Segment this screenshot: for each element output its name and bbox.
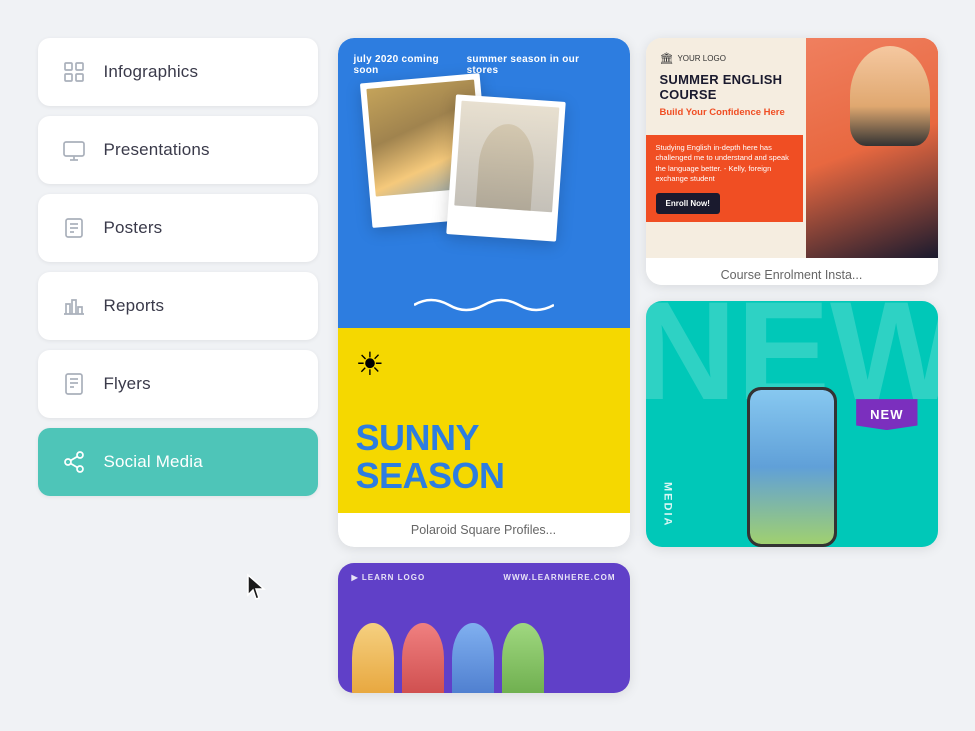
- learn-figures: [338, 623, 558, 693]
- sidebar: Infographics Presentations Posters Repor…: [38, 38, 318, 693]
- story-header: july 2020 coming soon summer season in o…: [354, 54, 614, 76]
- course-person-image: [792, 38, 938, 258]
- testimonial-text: Studying English in-depth here has chall…: [656, 143, 794, 185]
- sidebar-item-posters-label: Posters: [104, 218, 163, 238]
- polaroid-2: [446, 94, 565, 241]
- course-visual: 🏛 YOUR LOGO Summer ENGLISH COURSE Build …: [646, 38, 938, 258]
- person-face: [850, 46, 930, 146]
- learn-website-text: WWW.LEARNHERE.COM: [503, 573, 615, 582]
- course-title: Summer ENGLISH COURSE: [660, 73, 793, 103]
- content-grid: july 2020 coming soon summer season in o…: [338, 38, 938, 693]
- story-header-left: july 2020 coming soon: [354, 54, 467, 76]
- sidebar-item-infographics-label: Infographics: [104, 62, 199, 82]
- figure-4: [502, 623, 544, 693]
- vertical-text: MEDIA: [662, 482, 674, 527]
- figure-3: [452, 623, 494, 693]
- polaroid-container: [356, 78, 612, 278]
- sidebar-item-reports-label: Reports: [104, 296, 165, 316]
- course-card-caption: Course Enrolment Insta...: [646, 258, 938, 285]
- course-subtitle: Build Your Confidence Here: [660, 107, 793, 119]
- card-story[interactable]: july 2020 coming soon summer season in o…: [338, 38, 630, 547]
- sidebar-item-reports[interactable]: Reports: [38, 272, 318, 340]
- sidebar-item-presentations[interactable]: Presentations: [38, 116, 318, 184]
- mouse-cursor: [246, 573, 268, 601]
- course-testimonial: Studying English in-depth here has chall…: [646, 135, 804, 222]
- sidebar-item-posters[interactable]: Posters: [38, 194, 318, 262]
- wave-decoration: [414, 295, 554, 320]
- learn-logo-text: ▶ LEARN LOGO: [352, 573, 426, 582]
- photo-portrait: [454, 101, 559, 213]
- card-social-media[interactable]: NEW NEW MEDIA: [646, 301, 938, 548]
- app-container: Infographics Presentations Posters Repor…: [18, 18, 958, 713]
- sidebar-item-social-media[interactable]: Social Media: [38, 428, 318, 496]
- phone-mockup: [747, 387, 837, 547]
- story-bottom-section: ☀ SUNNY SEASON: [338, 328, 630, 513]
- course-logo-text: YOUR LOGO: [677, 54, 725, 63]
- enroll-button[interactable]: Enroll Now!: [656, 193, 720, 214]
- social-media-icon: [58, 446, 90, 478]
- building-icon: 🏛: [660, 52, 674, 65]
- story-card-caption: Polaroid Square Profiles...: [338, 513, 630, 547]
- course-person-area: [792, 38, 938, 258]
- course-logo: 🏛 YOUR LOGO: [660, 52, 793, 65]
- sun-icon: ☀: [356, 348, 612, 380]
- sidebar-item-flyers-label: Flyers: [104, 374, 151, 394]
- infographics-icon: [58, 56, 90, 88]
- figure-1: [352, 623, 394, 693]
- story-header-right: summer season in our stores: [467, 54, 614, 76]
- reports-icon: [58, 290, 90, 322]
- sidebar-item-flyers[interactable]: Flyers: [38, 350, 318, 418]
- story-top-section: july 2020 coming soon summer season in o…: [338, 38, 630, 328]
- sidebar-item-presentations-label: Presentations: [104, 140, 210, 160]
- new-badge: NEW: [856, 399, 917, 430]
- presentations-icon: [58, 134, 90, 166]
- flyers-icon: [58, 368, 90, 400]
- phone-screen: [750, 390, 834, 544]
- learn-top-bar: ▶ LEARN LOGO WWW.LEARNHERE.COM: [338, 563, 630, 592]
- sidebar-item-social-media-label: Social Media: [104, 452, 203, 472]
- sidebar-item-infographics[interactable]: Infographics: [38, 38, 318, 106]
- card-learn-here[interactable]: ▶ LEARN LOGO WWW.LEARNHERE.COM: [338, 563, 630, 693]
- card-course[interactable]: 🏛 YOUR LOGO Summer ENGLISH COURSE Build …: [646, 38, 938, 285]
- figure-2: [402, 623, 444, 693]
- posters-icon: [58, 212, 90, 244]
- sunny-season-title: SUNNY SEASON: [356, 419, 612, 495]
